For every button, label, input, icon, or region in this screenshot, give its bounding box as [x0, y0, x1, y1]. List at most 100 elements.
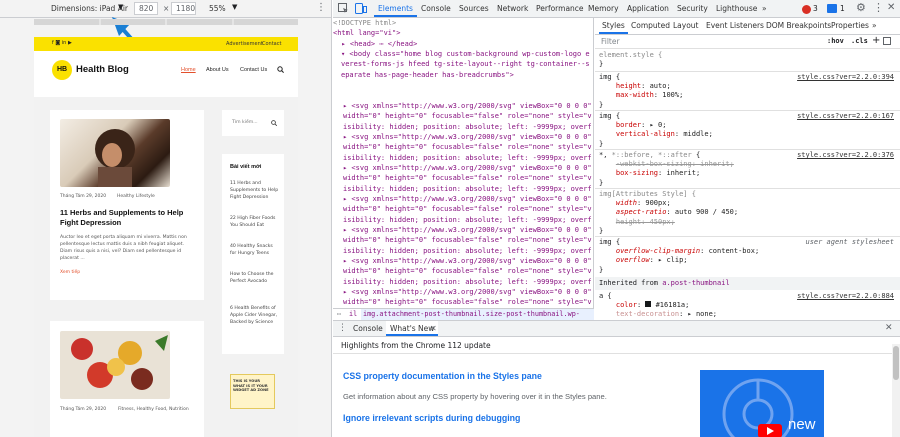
inspect-element-icon[interactable]	[338, 3, 349, 14]
error-icon[interactable]	[802, 5, 811, 14]
cls-toggle[interactable]: .cls	[851, 37, 868, 45]
sidebar-search-widget: Tìm kiếm...	[222, 110, 284, 136]
rule-source-link[interactable]: style.css?ver=2.2.0:394	[797, 73, 894, 81]
search-icon[interactable]	[271, 120, 277, 126]
devtools-main-toolbar: Elements Console Sources Network Perform…	[333, 0, 900, 18]
scrollbar-thumb[interactable]	[893, 346, 899, 380]
more-tabs-button[interactable]: »	[758, 0, 771, 17]
rule-img-attributes[interactable]: img[Attributes Style] { width: 900px; as…	[595, 190, 900, 236]
styles-tabbar: Styles Computed Layout Event Listeners D…	[595, 18, 900, 35]
nav-contact[interactable]: Contact Us	[240, 67, 267, 73]
elements-dom-tree[interactable]: <!DOCTYPE html> <html lang="vi"> ▸ <head…	[333, 18, 594, 308]
dom-svg[interactable]: ▸ <svg xmlns="http://www.w3.org/2000/svg…	[333, 287, 593, 308]
gear-icon[interactable]: ⚙	[856, 1, 866, 14]
styles-rules: element.style {} img { height: auto; max…	[595, 49, 900, 320]
emulated-website: f ◙ in ▶ Advertisement Contact HB Health…	[34, 37, 298, 437]
recent-post-link[interactable]: 11 Herbs and Supplements to Help Fight D…	[230, 180, 280, 201]
breadcrumb-dots[interactable]: ⋯	[337, 309, 341, 320]
message-count[interactable]: 1	[840, 4, 845, 13]
topbar-link-advertisement[interactable]: Advertisement	[226, 41, 263, 47]
post-thumbnail[interactable]	[60, 331, 170, 399]
dom-svg[interactable]: ▸ <svg xmlns="http://www.w3.org/2000/svg…	[333, 101, 593, 132]
sidebar-search-input[interactable]: Tìm kiếm...	[232, 120, 258, 125]
post-category[interactable]: Fitness, Healthy Food, Nutrition	[118, 407, 189, 412]
dom-svg[interactable]: ▸ <svg xmlns="http://www.w3.org/2000/svg…	[333, 225, 593, 256]
tab-network[interactable]: Network	[493, 0, 532, 17]
recent-post-link[interactable]: 6 Health Benefits of Apple Cider Vinegar…	[230, 305, 280, 326]
whats-new-video-thumbnail[interactable]: new	[700, 370, 824, 437]
dom-doctype[interactable]: <!DOCTYPE html>	[333, 18, 593, 28]
rule-source-link[interactable]: style.css?ver=2.2.0:884	[797, 292, 894, 300]
search-icon[interactable]	[277, 66, 284, 73]
tab-styles[interactable]: Styles	[599, 18, 628, 34]
more-options-icon[interactable]: ⋮	[316, 2, 326, 13]
nav-about[interactable]: About Us	[206, 67, 229, 73]
social-icons[interactable]: f ◙ in ▶	[52, 40, 72, 46]
tab-dom-breakpoints[interactable]: DOM Breakpoints	[763, 18, 834, 34]
site-title[interactable]: Health Blog	[76, 64, 129, 75]
tab-layout[interactable]: Layout	[670, 18, 702, 34]
tab-performance[interactable]: Performance	[532, 0, 588, 17]
tab-event-listeners[interactable]: Event Listeners	[703, 18, 767, 34]
breadcrumb-ellipsis[interactable]: il	[349, 309, 357, 320]
styles-filter-input[interactable]: Filter	[601, 37, 620, 46]
site-logo[interactable]: HB	[52, 60, 72, 80]
more-styles-tabs[interactable]: »	[869, 18, 880, 34]
close-tab-icon[interactable]: ✕	[430, 324, 437, 333]
error-count[interactable]: 3	[813, 4, 818, 13]
device-height-input[interactable]: 1180	[171, 2, 196, 15]
rule-source-link[interactable]: style.css?ver=2.2.0:376	[797, 151, 894, 159]
tab-security[interactable]: Security	[673, 0, 712, 17]
inherited-link[interactable]: a.post-thumbnail	[662, 279, 729, 287]
whats-new-item-title[interactable]: CSS property documentation in the Styles…	[343, 371, 542, 381]
close-icon[interactable]: ✕	[887, 2, 895, 13]
more-icon[interactable]: ⋮	[873, 1, 884, 14]
close-drawer-icon[interactable]: ✕	[885, 323, 893, 333]
rule-divider	[595, 188, 900, 189]
tab-elements[interactable]: Elements	[374, 0, 417, 17]
message-icon[interactable]	[827, 4, 837, 13]
tab-lighthouse[interactable]: Lighthouse	[712, 0, 761, 17]
dom-body[interactable]: ▾ <body class="home blog custom-backgrou…	[333, 49, 593, 101]
media-query-ruler[interactable]	[34, 19, 298, 25]
tab-console[interactable]: Console	[417, 0, 455, 17]
hov-toggle[interactable]: :hov	[827, 37, 844, 45]
recent-post-link[interactable]: How to Choose the Perfect Avocado	[230, 271, 280, 285]
tab-computed[interactable]: Computed	[628, 18, 673, 34]
read-more-link[interactable]: Xem tiếp	[60, 270, 80, 275]
drawer-tab-console[interactable]: Console	[349, 321, 387, 336]
tab-properties[interactable]: Properties	[828, 18, 872, 34]
tab-memory[interactable]: Memory	[584, 0, 623, 17]
ad-text: THIS IS YOUR WHAT IS IT YOUR WIDGET AD Z…	[233, 379, 269, 392]
device-toolbar-icon[interactable]	[355, 3, 367, 14]
rule-source-user-agent: user agent stylesheet	[805, 238, 894, 246]
tab-sources[interactable]: Sources	[455, 0, 493, 17]
dom-head-text: ▸ <head> ⋯ </head>	[333, 40, 418, 48]
recent-post-link[interactable]: 40 Healthy Snacks for Hungry Teens	[230, 243, 280, 257]
food-photo-icon	[71, 335, 168, 390]
dom-svg[interactable]: ▸ <svg xmlns="http://www.w3.org/2000/svg…	[333, 132, 593, 163]
post-thumbnail[interactable]	[60, 119, 170, 187]
whats-new-item-title[interactable]: Ignore irrelevant scripts during debuggi…	[343, 413, 520, 423]
recent-post-link[interactable]: 22 High Fiber Foods You Should Eat	[230, 215, 280, 229]
post-category[interactable]: Healthy Lifestyle	[117, 194, 155, 199]
rule-element-style[interactable]: element.style {}	[595, 51, 900, 69]
topbar-link-contact[interactable]: Contact	[262, 41, 281, 47]
rule-source-link[interactable]: style.css?ver=2.2.0:167	[797, 112, 894, 120]
post-title[interactable]: 11 Herbs and Supplements to Help Fight D…	[60, 208, 200, 228]
nav-home[interactable]: Home	[181, 67, 196, 73]
computed-sidebar-icon[interactable]	[883, 37, 891, 45]
sidebar-ad-banner[interactable]: THIS IS YOUR WHAT IS IT YOUR WIDGET AD Z…	[230, 374, 275, 409]
dom-head[interactable]: ▸ <head> ⋯ </head>	[333, 39, 593, 49]
dom-svg[interactable]: ▸ <svg xmlns="http://www.w3.org/2000/svg…	[333, 163, 593, 194]
zoom-chevron-icon[interactable]: ▼	[232, 3, 237, 11]
drawer-scrollbar[interactable]	[892, 344, 900, 437]
chevron-down-icon[interactable]: ▼	[118, 3, 123, 11]
drawer-menu-icon[interactable]: ⋮	[338, 323, 347, 333]
tab-application[interactable]: Application	[623, 0, 673, 17]
zoom-dropdown[interactable]: 55%	[209, 4, 226, 13]
dom-html[interactable]: <html lang="vi">	[333, 28, 593, 38]
dom-svg[interactable]: ▸ <svg xmlns="http://www.w3.org/2000/svg…	[333, 256, 593, 287]
new-rule-button[interactable]: +	[872, 35, 880, 46]
dom-svg[interactable]: ▸ <svg xmlns="http://www.w3.org/2000/svg…	[333, 194, 593, 225]
